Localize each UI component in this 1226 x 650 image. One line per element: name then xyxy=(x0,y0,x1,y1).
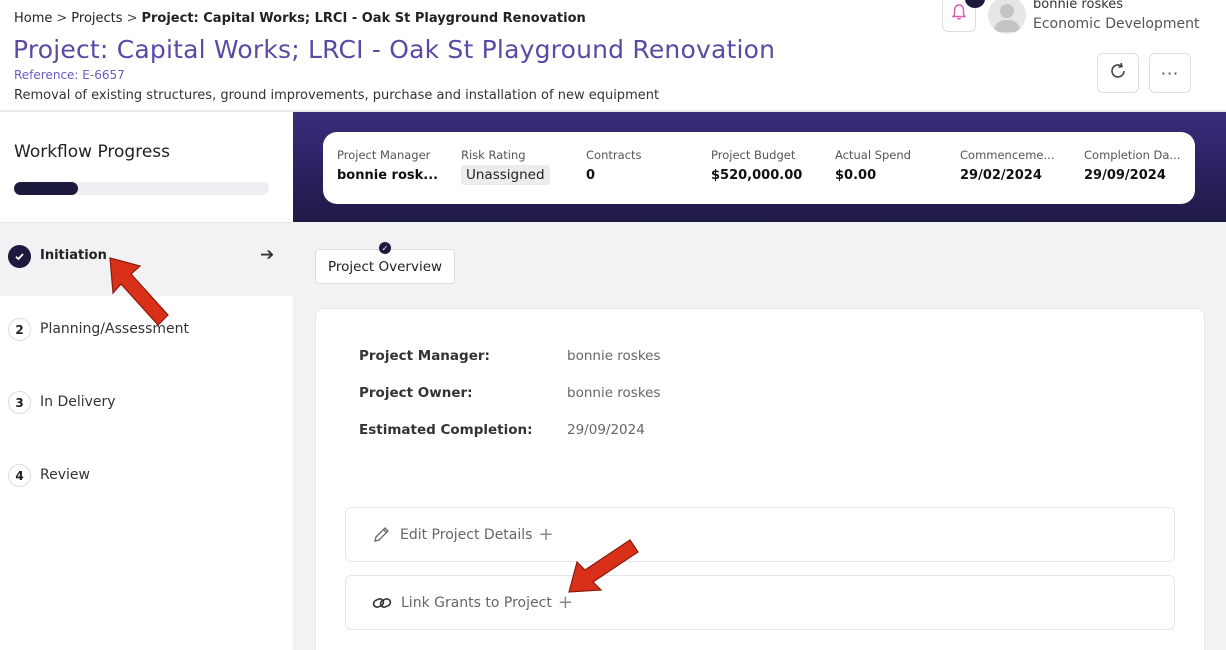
info-value: bonnie roskes xyxy=(567,348,661,364)
stat-label: Commenceme... xyxy=(960,148,1055,162)
link-grants-label: Link Grants to Project xyxy=(401,594,552,611)
tab-complete-check-icon: ✓ xyxy=(379,242,391,254)
avatar-icon xyxy=(994,4,1020,32)
user-department: Economic Development xyxy=(1033,16,1200,32)
stat-label: Risk Rating xyxy=(461,148,526,162)
info-value: bonnie roskes xyxy=(567,385,661,401)
breadcrumb-separator: > xyxy=(126,11,138,26)
stat-risk-rating: Risk Rating Unassigned xyxy=(461,148,571,189)
stat-completion-date: Completion Da... 29/09/2024 xyxy=(1084,148,1194,183)
main-content: Project Overview ✓ Project Manager: bonn… xyxy=(293,222,1226,650)
edit-project-details-button[interactable]: Edit Project Details + xyxy=(345,507,1175,562)
stat-value: 29/02/2024 xyxy=(960,168,1042,183)
stat-label: Contracts xyxy=(586,148,642,162)
more-options-button[interactable]: ··· xyxy=(1149,53,1191,93)
project-reference: Reference: E-6657 xyxy=(14,68,125,82)
project-overview-card: Project Manager: bonnie roskes Project O… xyxy=(315,308,1205,650)
stat-value: bonnie rosk... xyxy=(337,168,439,183)
step-label: In Delivery xyxy=(40,394,116,410)
refresh-button[interactable] xyxy=(1097,53,1139,93)
breadcrumb-home[interactable]: Home xyxy=(14,11,52,26)
pencil-icon xyxy=(372,525,391,544)
plus-icon: + xyxy=(538,524,554,545)
avatar[interactable] xyxy=(988,0,1026,34)
page-title: Project: Capital Works; LRCI - Oak St Pl… xyxy=(13,35,776,64)
breadcrumb-separator: > xyxy=(56,11,68,26)
stat-actual-spend: Actual Spend $0.00 xyxy=(835,148,945,183)
step-complete-check-icon xyxy=(8,245,31,268)
stat-label: Completion Da... xyxy=(1084,148,1181,162)
breadcrumb-projects[interactable]: Projects xyxy=(71,11,122,26)
edit-project-details-label: Edit Project Details xyxy=(400,526,533,543)
refresh-icon xyxy=(1108,61,1128,86)
stat-label: Actual Spend xyxy=(835,148,911,162)
plus-icon: + xyxy=(557,592,573,613)
stat-label: Project Manager xyxy=(337,148,431,162)
stat-commencement: Commenceme... 29/02/2024 xyxy=(960,148,1070,183)
stat-project-budget: Project Budget $520,000.00 xyxy=(711,148,821,183)
workflow-progress-bar xyxy=(14,182,269,195)
workflow-step-planning[interactable]: 2 Planning/Assessment xyxy=(0,296,293,369)
link-grants-button[interactable]: Link Grants to Project + xyxy=(345,575,1175,630)
bell-icon xyxy=(951,3,967,25)
workflow-title: Workflow Progress xyxy=(14,142,171,162)
info-label: Estimated Completion: xyxy=(359,422,533,438)
workflow-sidebar: Workflow Progress Initiation ➔ 2 Plannin… xyxy=(0,112,293,650)
info-value: 29/09/2024 xyxy=(567,422,645,438)
project-description: Removal of existing structures, ground i… xyxy=(14,88,660,103)
stat-value: 29/09/2024 xyxy=(1084,168,1166,183)
step-number: 4 xyxy=(8,464,31,487)
step-label: Planning/Assessment xyxy=(40,321,190,337)
step-number: 3 xyxy=(8,391,31,414)
stat-label: Project Budget xyxy=(711,148,796,162)
stat-project-manager: Project Manager bonnie rosk... xyxy=(337,148,447,183)
workflow-progress-fill xyxy=(14,182,78,195)
info-label: Project Manager: xyxy=(359,348,490,364)
workflow-step-in-delivery[interactable]: 3 In Delivery xyxy=(0,369,293,442)
workflow-step-review[interactable]: 4 Review xyxy=(0,442,293,515)
stat-contracts: Contracts 0 xyxy=(586,148,696,183)
step-label: Review xyxy=(40,467,90,483)
more-icon: ··· xyxy=(1160,63,1180,83)
breadcrumb: Home > Projects > Project: Capital Works; LR… xyxy=(14,11,586,26)
user-name[interactable]: bonnie roskes xyxy=(1033,0,1123,12)
tab-project-overview[interactable]: Project Overview xyxy=(315,249,456,284)
risk-rating-badge: Unassigned xyxy=(461,165,550,185)
link-icon xyxy=(372,595,392,611)
workflow-step-initiation[interactable]: Initiation ➔ xyxy=(0,223,293,296)
project-stats-card: Project Manager bonnie rosk... Risk Rati… xyxy=(323,132,1195,204)
step-number: 2 xyxy=(8,318,31,341)
arrow-right-icon[interactable]: ➔ xyxy=(260,245,274,265)
app-root: Home > Projects > Project: Capital Works; LR… xyxy=(0,0,1226,650)
info-label: Project Owner: xyxy=(359,385,473,401)
project-stats-band: Project Manager bonnie rosk... Risk Rati… xyxy=(293,112,1226,222)
step-label: Initiation xyxy=(40,248,107,263)
stat-value: $0.00 xyxy=(835,168,877,183)
breadcrumb-current: Project: Capital Works; LRCI - Oak St Pl… xyxy=(141,11,586,26)
stat-value: 0 xyxy=(586,168,596,183)
stat-value: $520,000.00 xyxy=(711,168,803,183)
